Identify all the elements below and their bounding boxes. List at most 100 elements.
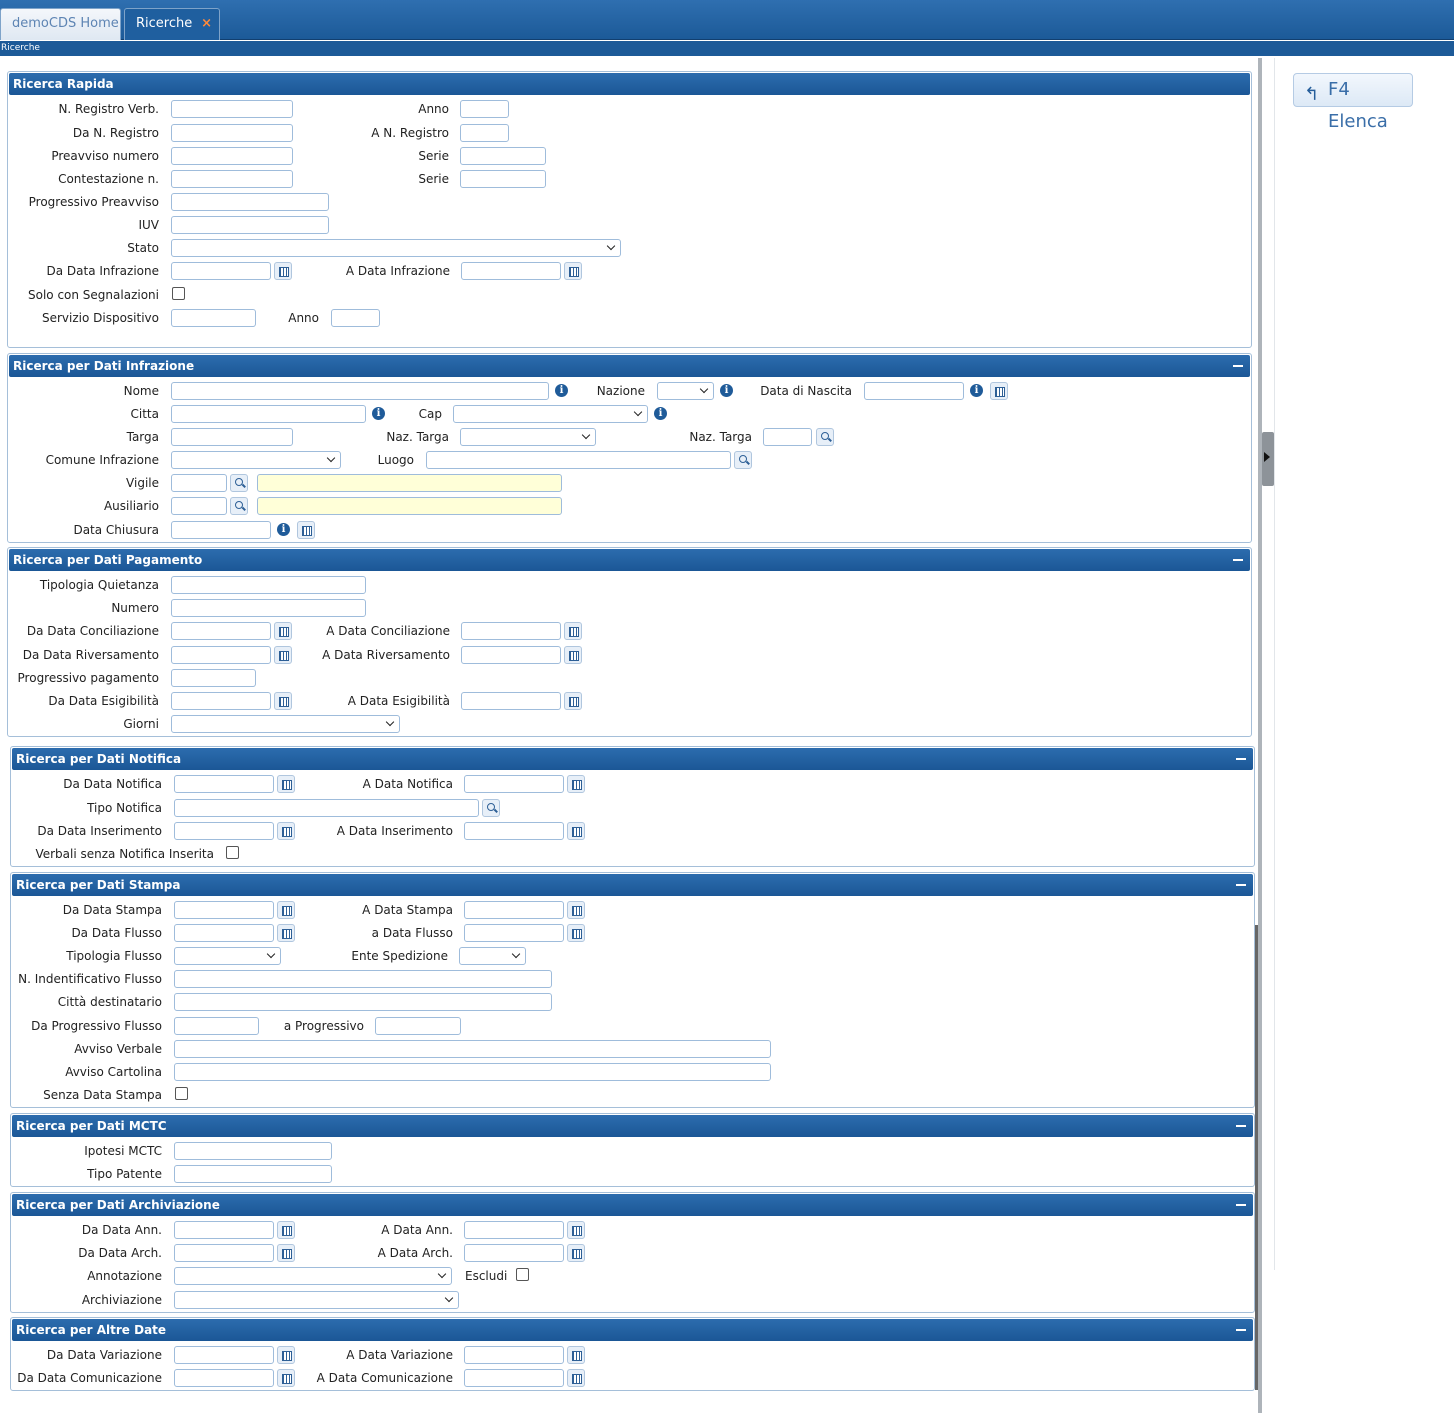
- ausiliario-input[interactable]: [171, 497, 227, 515]
- giorni-select[interactable]: [171, 715, 400, 733]
- da-inserimento-input[interactable]: [174, 822, 274, 840]
- verbali-senza-checkbox[interactable]: [226, 846, 239, 859]
- a-n-registro-input[interactable]: [460, 124, 509, 142]
- tab-ricerche[interactable]: Ricerche ×: [124, 8, 220, 40]
- progressivo-pagamento-input[interactable]: [171, 669, 256, 687]
- calendar-icon[interactable]: [567, 1221, 585, 1239]
- calendar-icon[interactable]: [274, 262, 292, 280]
- comune-infrazione-select[interactable]: [171, 451, 341, 469]
- a-data-infrazione-input[interactable]: [461, 262, 561, 280]
- a-progressivo-input[interactable]: [375, 1017, 461, 1035]
- scrollbar-thumb[interactable]: [1255, 925, 1258, 1390]
- calendar-icon[interactable]: [567, 1346, 585, 1364]
- minimize-icon[interactable]: [1236, 758, 1246, 760]
- da-data-infrazione-input[interactable]: [171, 262, 271, 280]
- side-panel-toggle[interactable]: [1262, 432, 1274, 486]
- a-inserimento-input[interactable]: [464, 822, 564, 840]
- info-icon[interactable]: i: [555, 384, 568, 397]
- calendar-icon[interactable]: [564, 622, 582, 640]
- serie-input[interactable]: [460, 147, 546, 165]
- calendar-icon[interactable]: [274, 646, 292, 664]
- targa-input[interactable]: [171, 428, 293, 446]
- calendar-icon[interactable]: [274, 622, 292, 640]
- calendar-icon[interactable]: [567, 924, 585, 942]
- calendar-icon[interactable]: [277, 1244, 295, 1262]
- ipotesi-mctc-input[interactable]: [174, 1142, 332, 1160]
- info-icon[interactable]: i: [277, 523, 290, 536]
- da-riversamento-input[interactable]: [171, 646, 271, 664]
- da-n-registro-input[interactable]: [171, 124, 293, 142]
- servizio-dispositivo-input[interactable]: [171, 309, 256, 327]
- minimize-icon[interactable]: [1236, 1204, 1246, 1206]
- tipo-patente-input[interactable]: [174, 1165, 332, 1183]
- vigile-input[interactable]: [171, 474, 227, 492]
- calendar-icon[interactable]: [990, 382, 1008, 400]
- info-icon[interactable]: i: [654, 407, 667, 420]
- naz-targa-2-input[interactable]: [763, 428, 812, 446]
- calendar-icon[interactable]: [567, 901, 585, 919]
- minimize-icon[interactable]: [1233, 559, 1243, 561]
- calendar-icon[interactable]: [277, 924, 295, 942]
- avviso-verbale-input[interactable]: [174, 1040, 771, 1058]
- a-variazione-input[interactable]: [464, 1346, 564, 1364]
- tipologia-flusso-select[interactable]: [174, 947, 281, 965]
- progressivo-preavviso-input[interactable]: [171, 193, 329, 211]
- da-variazione-input[interactable]: [174, 1346, 274, 1364]
- nome-input[interactable]: [171, 382, 549, 400]
- calendar-icon[interactable]: [277, 901, 295, 919]
- da-comunicazione-input[interactable]: [174, 1369, 274, 1387]
- close-icon[interactable]: ×: [201, 9, 212, 39]
- naz-targa-select[interactable]: [460, 428, 596, 446]
- minimize-icon[interactable]: [1233, 365, 1243, 367]
- minimize-icon[interactable]: [1236, 1125, 1246, 1127]
- info-icon[interactable]: i: [372, 407, 385, 420]
- stato-select[interactable]: [171, 239, 621, 257]
- da-stampa-input[interactable]: [174, 901, 274, 919]
- archiviazione-select[interactable]: [174, 1291, 459, 1309]
- scrollbar[interactable]: [1258, 58, 1262, 1413]
- da-esigibilita-input[interactable]: [171, 692, 271, 710]
- da-notifica-input[interactable]: [174, 775, 274, 793]
- tipo-notifica-input[interactable]: [174, 799, 479, 817]
- preavviso-input[interactable]: [171, 147, 293, 165]
- search-icon[interactable]: [734, 451, 752, 469]
- ente-spedizione-select[interactable]: [459, 947, 526, 965]
- info-icon[interactable]: i: [970, 384, 983, 397]
- calendar-icon[interactable]: [277, 1221, 295, 1239]
- search-icon[interactable]: [230, 497, 248, 515]
- numero-input[interactable]: [171, 599, 366, 617]
- tipologia-quietanza-input[interactable]: [171, 576, 366, 594]
- citta-input[interactable]: [171, 405, 366, 423]
- calendar-icon[interactable]: [277, 775, 295, 793]
- data-nascita-input[interactable]: [864, 382, 964, 400]
- a-conciliazione-input[interactable]: [461, 622, 561, 640]
- escludi-checkbox[interactable]: [516, 1268, 529, 1281]
- anno-2-input[interactable]: [331, 309, 380, 327]
- info-icon[interactable]: i: [720, 384, 733, 397]
- calendar-icon[interactable]: [297, 521, 315, 539]
- calendar-icon[interactable]: [564, 646, 582, 664]
- calendar-icon[interactable]: [567, 1244, 585, 1262]
- calendar-icon[interactable]: [277, 822, 295, 840]
- anno-input[interactable]: [460, 100, 509, 118]
- avviso-cartolina-input[interactable]: [174, 1063, 771, 1081]
- da-conciliazione-input[interactable]: [171, 622, 271, 640]
- senza-data-stampa-checkbox[interactable]: [175, 1087, 188, 1100]
- da-progressivo-flusso-input[interactable]: [174, 1017, 259, 1035]
- calendar-icon[interactable]: [564, 262, 582, 280]
- search-icon[interactable]: [230, 474, 248, 492]
- tab-democds-home[interactable]: demoCDS Home: [0, 8, 121, 40]
- da-arch-input[interactable]: [174, 1244, 274, 1262]
- calendar-icon[interactable]: [277, 1369, 295, 1387]
- a-esigibilita-input[interactable]: [461, 692, 561, 710]
- annotazione-select[interactable]: [174, 1267, 452, 1285]
- search-icon[interactable]: [482, 799, 500, 817]
- minimize-icon[interactable]: [1236, 1329, 1246, 1331]
- a-ann-input[interactable]: [464, 1221, 564, 1239]
- calendar-icon[interactable]: [567, 775, 585, 793]
- n-identificativo-input[interactable]: [174, 970, 552, 988]
- a-comunicazione-input[interactable]: [464, 1369, 564, 1387]
- cap-select[interactable]: [453, 405, 648, 423]
- minimize-icon[interactable]: [1236, 884, 1246, 886]
- elenca-button[interactable]: ↰ F4 Elenca: [1293, 73, 1413, 132]
